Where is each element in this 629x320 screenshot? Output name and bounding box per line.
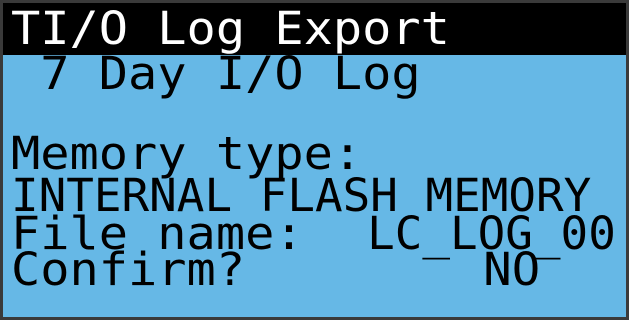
- screen-title: TI/O Log Export: [11, 2, 450, 55]
- confirm-value[interactable]: NO: [483, 247, 540, 293]
- lcd-screen: TI/O Log Export 7 Day I/O Log Memory typ…: [0, 0, 629, 320]
- confirm-label: Confirm?: [11, 243, 246, 296]
- screen-subtitle: 7 Day I/O Log: [11, 47, 421, 100]
